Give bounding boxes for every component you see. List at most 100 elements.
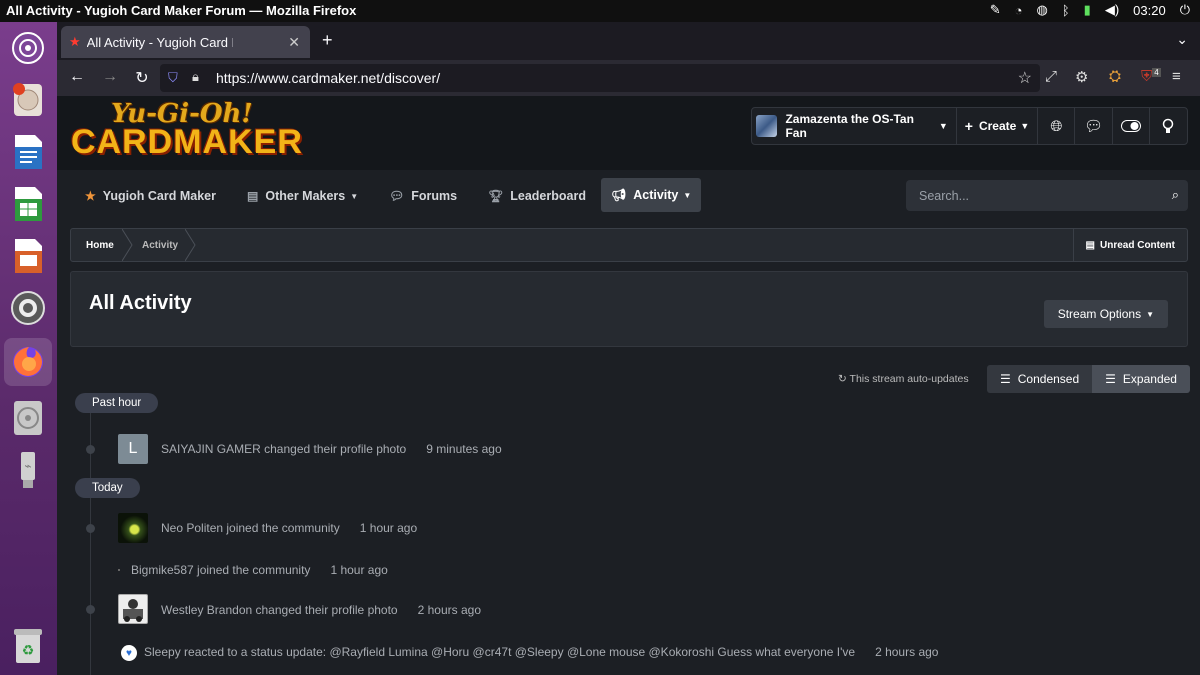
condensed-view-button[interactable]: ☰ Condensed xyxy=(987,365,1093,393)
view-toggle: ☰ Condensed ☰ Expanded xyxy=(987,365,1190,393)
reload-icon[interactable]: ↻ xyxy=(132,68,152,88)
newspaper-icon: ▤ xyxy=(1085,239,1095,251)
tracking-shield-icon[interactable]: ⛉ xyxy=(168,70,178,86)
url-text[interactable]: https://www.cardmaker.net/discover/ xyxy=(216,70,440,86)
usb-drive-icon[interactable]: ⌁ xyxy=(8,450,48,490)
period-label-today: Today xyxy=(75,478,140,498)
web-page: Yu-Gi-Oh! CARDMAKER Zamazenta the OS-Tan… xyxy=(57,96,1200,675)
window-title: All Activity - Yugioh Card Maker Forum —… xyxy=(6,3,357,18)
avatar xyxy=(756,115,778,137)
browser-navigation-bar: ← → ↻ ⛉ 🔒︎ https://www.cardmaker.net/dis… xyxy=(57,60,1200,96)
trash-icon[interactable]: ♻ xyxy=(8,626,48,666)
user-menu[interactable]: Zamazenta the OS-Tan Fan ▼ xyxy=(752,108,957,144)
volume-icon[interactable]: ◀) xyxy=(1105,2,1119,18)
nav-other-makers[interactable]: ▤ Other Makers ▼ xyxy=(237,179,368,213)
extension-gear-icon[interactable]: ⚙ xyxy=(1075,68,1088,86)
breadcrumb-separator xyxy=(122,229,133,261)
close-tab-icon[interactable]: ✕ xyxy=(288,34,300,51)
caret-down-icon: ▼ xyxy=(938,121,948,131)
page-title-box: All Activity Stream Options ▼ xyxy=(70,271,1188,347)
heart-reaction-icon: ♥ xyxy=(121,645,137,661)
hamburger-menu-icon[interactable]: ≡ xyxy=(1172,68,1181,85)
lightbulb-icon[interactable] xyxy=(1150,108,1187,144)
bookmark-star-icon[interactable]: ☆ xyxy=(1018,68,1032,88)
megaphone-icon: 📢︎ xyxy=(611,188,627,202)
auto-update-notice: ↻ This stream auto-updates xyxy=(838,373,969,385)
activity-text[interactable]: Neo Politen joined the community xyxy=(161,521,340,535)
svg-text:⌁: ⌁ xyxy=(24,459,31,473)
avatar[interactable] xyxy=(118,513,148,543)
libreoffice-impress-icon[interactable] xyxy=(8,236,48,276)
activity-item: Bigmike587 joined the community 1 hour a… xyxy=(131,563,388,577)
refresh-icon: ↻ xyxy=(838,373,847,385)
list-tabs-chevron-icon[interactable]: ⌄ xyxy=(1176,31,1188,48)
system-tray: ✎ ◔ ◍ ᛒ ▮ ◀) 03:20 ⏻ xyxy=(990,2,1190,18)
timeline-dot xyxy=(86,524,95,533)
create-button[interactable]: + Create ▼ xyxy=(957,108,1039,144)
address-bar[interactable]: ⛉ 🔒︎ https://www.cardmaker.net/discover/… xyxy=(160,64,1040,92)
search-icon[interactable]: ⌕ xyxy=(1172,187,1179,203)
forward-arrow-icon[interactable]: → xyxy=(100,68,120,86)
timeline-dot xyxy=(118,569,120,571)
breadcrumb-home[interactable]: Home xyxy=(86,240,114,251)
unread-content-link[interactable]: ▤ Unread Content xyxy=(1072,229,1187,261)
lock-icon[interactable]: 🔒︎ xyxy=(192,69,199,85)
activity-item: Sleepy reacted to a status update: @Rayf… xyxy=(144,645,938,659)
globe-icon[interactable]: ◍ xyxy=(1037,2,1048,18)
ublock-icon[interactable]: ⛨ 4 xyxy=(1141,68,1161,85)
ubuntu-dock: ⌁ ♻ xyxy=(0,22,57,675)
list-icon: ☰ xyxy=(1105,372,1116,386)
battery-icon[interactable]: ▮ xyxy=(1084,2,1091,18)
nav-label: Forums xyxy=(411,189,458,203)
create-label: Create xyxy=(978,119,1017,133)
expanded-view-button[interactable]: ☰ Expanded xyxy=(1092,365,1190,393)
activity-text[interactable]: Westley Brandon changed their profile ph… xyxy=(161,603,398,617)
messages-icon[interactable]: 💬︎ xyxy=(1075,108,1113,144)
extension-icon[interactable]: ⛭ xyxy=(1109,68,1121,85)
libreoffice-writer-icon[interactable] xyxy=(8,132,48,172)
nav-forums[interactable]: 💬︎ Forums xyxy=(379,179,467,213)
nav-activity[interactable]: 📢︎ Activity ▼ xyxy=(601,178,702,212)
nav-yugioh-card-maker[interactable]: ★ Yugioh Card Maker xyxy=(75,179,226,213)
globe-notifications-icon[interactable]: 🌐︎ xyxy=(1038,108,1076,144)
tor-browser-icon[interactable] xyxy=(8,28,48,68)
libreoffice-calc-icon[interactable] xyxy=(8,184,48,224)
stream-options-label: Stream Options xyxy=(1057,307,1142,321)
activity-time[interactable]: 2 hours ago xyxy=(875,645,938,659)
bluetooth-icon[interactable]: ᛒ xyxy=(1062,3,1070,18)
settings-icon[interactable] xyxy=(8,288,48,328)
firefox-icon[interactable] xyxy=(4,338,52,386)
avatar[interactable]: L xyxy=(118,434,148,464)
optical-drive-icon[interactable] xyxy=(8,398,48,438)
auto-update-text: This stream auto-updates xyxy=(849,373,969,385)
activity-text[interactable]: Bigmike587 joined the community xyxy=(131,563,310,577)
user-bar: Zamazenta the OS-Tan Fan ▼ + Create ▼ 🌐︎… xyxy=(751,107,1188,145)
new-tab-plus-icon[interactable]: + xyxy=(322,30,333,51)
breadcrumb-current[interactable]: Activity xyxy=(142,240,178,251)
theme-toggle-icon[interactable] xyxy=(1113,108,1150,144)
timeline-dot xyxy=(86,445,95,454)
disk-utility-icon[interactable] xyxy=(8,80,48,120)
search-box: ⌕ xyxy=(906,180,1188,211)
activity-time[interactable]: 9 minutes ago xyxy=(426,442,501,456)
activity-text[interactable]: Sleepy reacted to a status update: @Rayf… xyxy=(144,645,855,659)
site-logo[interactable]: Yu-Gi-Oh! CARDMAKER xyxy=(71,99,302,161)
back-arrow-icon[interactable]: ← xyxy=(67,68,87,86)
breadcrumb-separator xyxy=(185,229,196,261)
avatar[interactable] xyxy=(118,594,148,624)
fullscreen-icon[interactable]: ⤢ xyxy=(1045,68,1057,85)
activity-time[interactable]: 1 hour ago xyxy=(330,563,387,577)
clock[interactable]: 03:20 xyxy=(1133,3,1166,18)
nav-label: Leaderboard xyxy=(510,189,586,203)
nav-label: Activity xyxy=(633,188,679,202)
activity-text[interactable]: SAIYAJIN GAMER changed their profile pho… xyxy=(161,442,406,456)
activity-time[interactable]: 1 hour ago xyxy=(360,521,417,535)
wifi-icon[interactable]: ◔ xyxy=(1015,3,1023,18)
stream-options-button[interactable]: Stream Options ▼ xyxy=(1043,300,1168,328)
pen-icon[interactable]: ✎ xyxy=(990,2,1001,18)
search-input[interactable] xyxy=(906,180,1156,211)
browser-tab[interactable]: ★ All Activity - Yugioh Card Maker Forum… xyxy=(61,26,310,58)
nav-leaderboard[interactable]: 🏆︎ Leaderboard xyxy=(478,179,596,213)
power-icon[interactable]: ⏻ xyxy=(1180,2,1190,18)
activity-time[interactable]: 2 hours ago xyxy=(418,603,481,617)
